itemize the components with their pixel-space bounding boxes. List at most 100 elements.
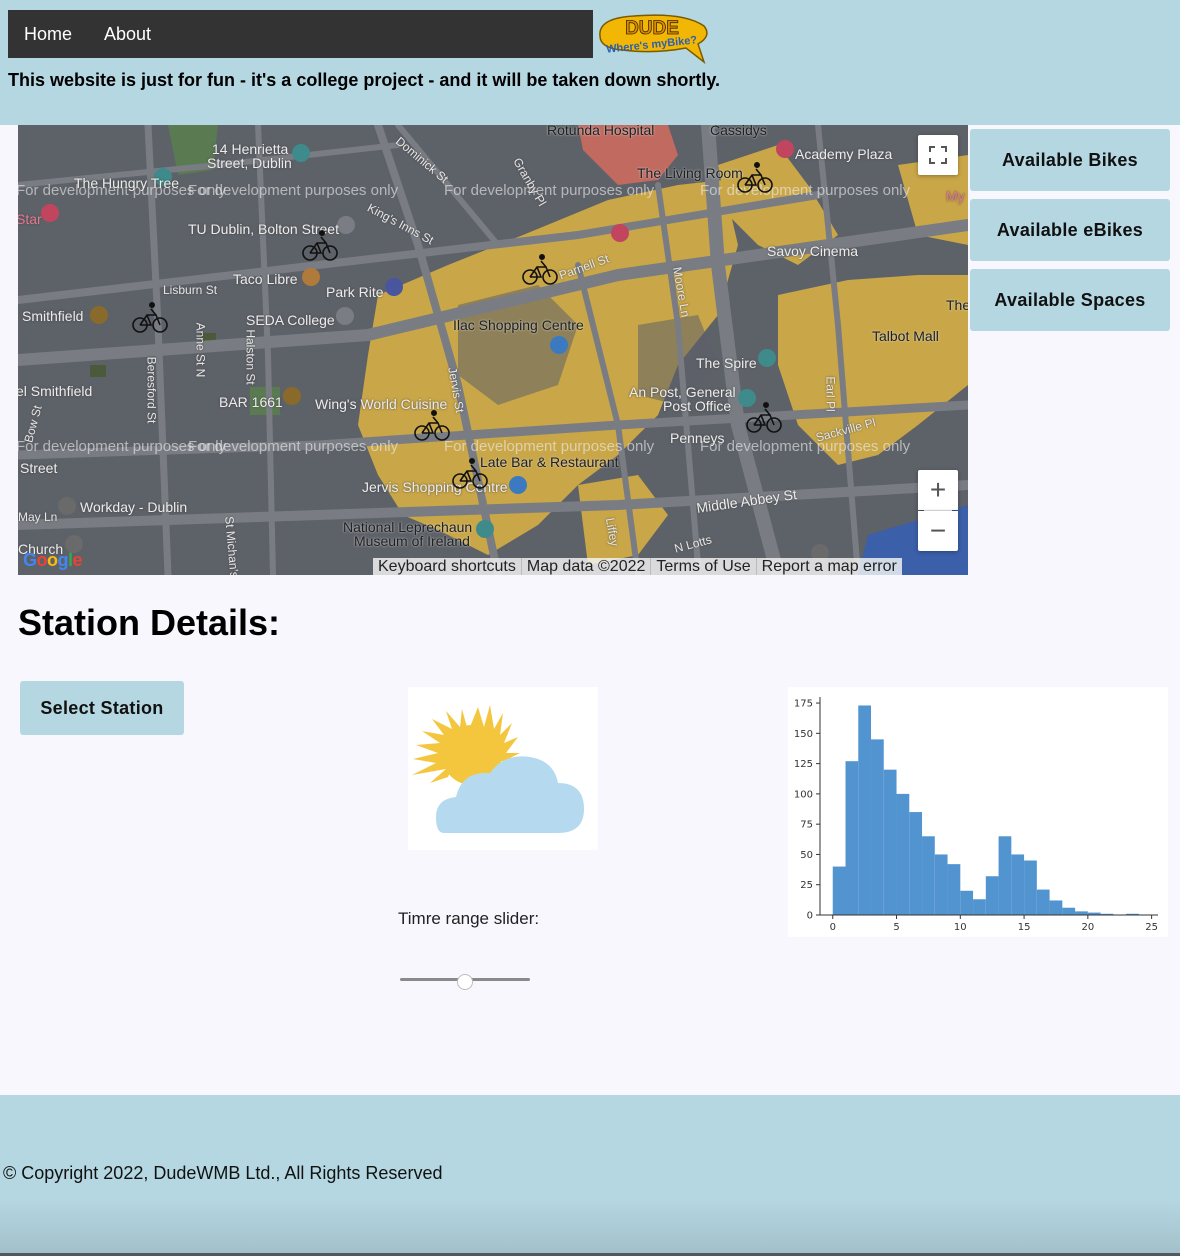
map-watermark: For development purposes only [188, 438, 399, 455]
map-label: Smithfield [22, 308, 84, 324]
histogram-bar [922, 836, 935, 915]
nav-bar: Home About [8, 10, 593, 58]
bike-station-marker[interactable] [130, 297, 170, 337]
copyright-text: © Copyright 2022, DudeWMB Ltd., All Righ… [3, 1163, 443, 1183]
map-label: Workday - Dublin [80, 499, 188, 515]
map-label: Street [20, 460, 58, 476]
bike-station-marker[interactable] [412, 405, 452, 445]
station-map[interactable]: For development purposes only For develo… [18, 125, 968, 575]
map-label: SEDA College [246, 312, 335, 328]
bike-station-marker[interactable] [450, 453, 490, 493]
histogram-chart: 0 25 50 75 100 125 150 175 0 5 10 15 20 25 [794, 697, 1158, 933]
usage-histogram: 0 25 50 75 100 125 150 175 0 5 10 15 20 25 [788, 687, 1168, 937]
histogram-bar [1024, 860, 1037, 915]
y-tick-label: 0 [807, 911, 813, 922]
terms-link[interactable]: Terms of Use [650, 558, 755, 575]
histogram-bar [1062, 907, 1076, 915]
fullscreen-button[interactable] [918, 135, 958, 175]
street-label: Anne St N [193, 322, 208, 378]
map-label: Savoy Cinema [767, 243, 859, 259]
histogram-bar [909, 812, 923, 915]
histogram-bar [883, 769, 897, 915]
histogram-bar [1049, 900, 1063, 915]
available-ebikes-button[interactable]: Available eBikes [970, 199, 1170, 261]
map-data-label: Map data ©2022 [520, 558, 651, 575]
map-watermark: For development purposes only [700, 182, 911, 199]
dude-logo[interactable]: DUDE Where's myBike? [594, 10, 712, 66]
street-label: Earl Pl [823, 376, 838, 412]
y-tick-label: 175 [794, 699, 813, 710]
zoom-in-button[interactable]: + [918, 470, 958, 510]
y-tick-label: 150 [794, 729, 813, 740]
x-tick-label: 15 [1018, 922, 1031, 933]
map-label: The Spire [696, 355, 757, 371]
map-label: Penneys [670, 430, 725, 446]
x-tick-label: 20 [1081, 922, 1094, 933]
map-label: The Hungry Tree [74, 175, 180, 191]
map-label: Late Bar & Restaurant [480, 454, 619, 470]
map-attribution: Keyboard shortcuts Map data ©2022 Terms … [373, 558, 902, 575]
map-watermark: For development purposes only [188, 182, 399, 199]
x-tick-label: 25 [1145, 922, 1158, 933]
map-label: BAR 1661 [219, 394, 283, 410]
report-error-link[interactable]: Report a map error [755, 558, 902, 575]
map-label: Talbot Mall [872, 328, 939, 344]
histogram-bar [934, 854, 948, 915]
histogram-bar [845, 761, 859, 915]
map-label: Academy Plaza [795, 146, 893, 162]
bike-station-marker[interactable] [300, 225, 340, 265]
available-bikes-button[interactable]: Available Bikes [970, 129, 1170, 191]
map-label: Taco Libre [233, 271, 298, 287]
map-label: The Living Room [637, 165, 743, 181]
histogram-bar [896, 793, 910, 915]
histogram-bar [1036, 889, 1050, 915]
google-logo: Google [23, 550, 83, 570]
histogram-bar [985, 876, 999, 915]
x-tick-label: 5 [893, 922, 899, 933]
map-label: el Smithfield [18, 383, 93, 399]
map-label: Park Rite [326, 284, 384, 300]
station-details-heading: Station Details: [18, 602, 281, 643]
available-spaces-button[interactable]: Available Spaces [970, 269, 1170, 331]
bike-station-marker[interactable] [744, 397, 784, 437]
weather-panel [408, 687, 598, 850]
y-tick-label: 75 [800, 820, 813, 831]
street-label: Beresford St [144, 356, 159, 424]
time-range-label: Timre range slider: [398, 909, 540, 928]
nav-home-link[interactable]: Home [24, 10, 72, 58]
x-tick-label: 0 [830, 922, 836, 933]
map-label: The [946, 297, 968, 313]
histogram-bar [1075, 911, 1088, 915]
bike-station-marker[interactable] [520, 249, 560, 289]
histogram-bar [858, 705, 872, 915]
histogram-bar [973, 899, 986, 915]
map-watermark: For development purposes only [444, 182, 655, 199]
histogram-bar [1011, 854, 1025, 915]
bike-station-marker[interactable] [735, 157, 775, 197]
map-label: May Ln [18, 510, 58, 524]
map-label: My [946, 188, 965, 204]
y-tick-label: 50 [800, 850, 813, 861]
street-label: Halston St [243, 329, 258, 385]
histogram-bar [960, 890, 974, 915]
site-footer: © Copyright 2022, DudeWMB Ltd., All Righ… [0, 1095, 1180, 1256]
slider-thumb[interactable] [457, 974, 473, 990]
histogram-bar [947, 864, 961, 915]
histogram-bar [832, 866, 846, 915]
histogram-bar [998, 836, 1012, 915]
x-tick-label: 10 [954, 922, 967, 933]
y-tick-label: 100 [794, 789, 813, 800]
fullscreen-icon [929, 146, 947, 164]
histogram-bar [871, 739, 884, 915]
keyboard-shortcuts-link[interactable]: Keyboard shortcuts [373, 558, 521, 575]
map-label: Street, Dublin [207, 155, 292, 171]
nav-about-link[interactable]: About [104, 10, 151, 58]
map-label: Post Office [663, 398, 732, 414]
zoom-out-button[interactable]: − [918, 511, 958, 551]
time-range-slider[interactable] [400, 970, 530, 994]
street-label: Lisburn St [163, 283, 218, 297]
sun-behind-cloud-icon [412, 705, 584, 833]
map-label: Ilac Shopping Centre [453, 317, 584, 333]
map-label: Rotunda Hospital [547, 125, 655, 138]
select-station-button[interactable]: Select Station [20, 681, 184, 735]
